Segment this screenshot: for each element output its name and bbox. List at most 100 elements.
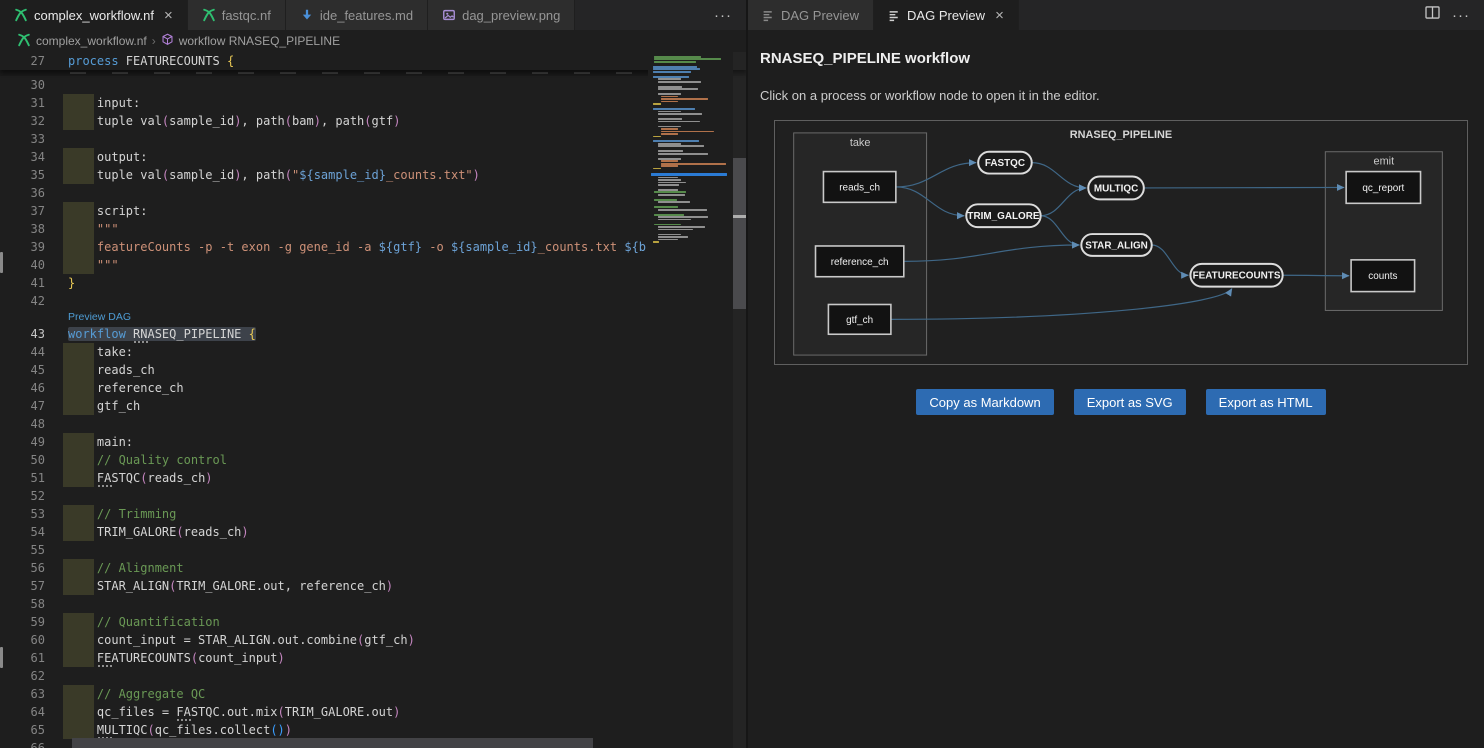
tab-dag-preview[interactable]: DAG Preview xyxy=(748,0,874,30)
line-number: 40 xyxy=(0,256,45,274)
svg-text:emit: emit xyxy=(1374,156,1395,168)
dag-node-reference_ch[interactable]: reference_ch xyxy=(816,246,904,277)
code-line-37: 37 script: xyxy=(0,202,746,220)
line-number: 38 xyxy=(0,220,45,238)
code-line-44: 44 take: xyxy=(0,343,746,361)
breadcrumb[interactable]: complex_workflow.nf › workflow RNASEQ_PI… xyxy=(0,30,746,52)
left-edge-decoration xyxy=(0,647,3,668)
code-text: main: xyxy=(68,433,133,451)
dag-node-counts[interactable]: counts xyxy=(1351,260,1414,292)
dag-node-multiqc[interactable]: MULTIQC xyxy=(1088,177,1144,200)
dag-node-fastqc[interactable]: FASTQC xyxy=(978,152,1032,174)
more-actions-icon[interactable]: ··· xyxy=(1452,8,1470,23)
line-number: 48 xyxy=(0,415,45,433)
preview-icon xyxy=(888,9,901,22)
code-text: process FEATURECOUNTS { xyxy=(68,52,234,70)
svg-text:qc_report: qc_report xyxy=(1362,183,1404,194)
code-line-33: 33 xyxy=(0,130,746,148)
left-editor-group: complex_workflow.nf×fastqc.nfide_feature… xyxy=(0,0,746,748)
copy-as-markdown-button[interactable]: Copy as Markdown xyxy=(916,389,1053,415)
left-edge-decoration xyxy=(0,252,3,273)
more-actions-icon[interactable]: ··· xyxy=(714,8,732,23)
code-line-27: 27 process FEATURECOUNTS { xyxy=(0,52,746,70)
dag-node-reads_ch[interactable]: reads_ch xyxy=(823,172,895,203)
line-number: 49 xyxy=(0,433,45,451)
breadcrumb-separator: › xyxy=(152,34,156,48)
close-tab-icon[interactable]: × xyxy=(995,8,1004,23)
code-text: workflow RNASEQ_PIPELINE { xyxy=(68,325,256,343)
code-text: """ xyxy=(68,220,119,238)
code-text: take: xyxy=(68,343,133,361)
image-icon xyxy=(442,8,456,22)
code-line-46: 46 reference_ch xyxy=(0,379,746,397)
dag-node-gtf_ch[interactable]: gtf_ch xyxy=(828,304,890,334)
code-text: // Quantification xyxy=(68,613,220,631)
code-line-40: 40 """ xyxy=(0,256,746,274)
minimap[interactable] xyxy=(648,52,733,748)
right-tabbar: DAG Preview DAG Preview × ··· xyxy=(748,0,1484,30)
code-text: TRIM_GALORE(reads_ch) xyxy=(68,523,249,541)
breadcrumb-file[interactable]: complex_workflow.nf xyxy=(36,34,147,48)
code-line-61: 61 FEATURECOUNTS(count_input) xyxy=(0,649,746,667)
line-number: 34 xyxy=(0,148,45,166)
code-editor[interactable]: 27process FEATURECOUNTS {3031 input:32 t… xyxy=(0,52,746,748)
export-as-html-button[interactable]: Export as HTML xyxy=(1206,389,1326,415)
line-number: 53 xyxy=(0,505,45,523)
vertical-scrollbar-thumb[interactable] xyxy=(733,158,746,309)
code-line-57: 57 STAR_ALIGN(TRIM_GALORE.out, reference… xyxy=(0,577,746,595)
svg-text:gtf_ch: gtf_ch xyxy=(846,315,873,326)
dag-node-featurecounts[interactable]: FEATURECOUNTS xyxy=(1190,264,1282,287)
line-number: 58 xyxy=(0,595,45,613)
svg-text:TRIM_GALORE: TRIM_GALORE xyxy=(967,211,1039,222)
dag-node-star_align[interactable]: STAR_ALIGN xyxy=(1081,234,1151,256)
tab-label: DAG Preview xyxy=(907,8,985,23)
code-line-62: 62 xyxy=(0,667,746,685)
dag-node-trim_galore[interactable]: TRIM_GALORE xyxy=(966,204,1040,227)
dag-node-qc_report[interactable]: qc_report xyxy=(1346,172,1420,204)
line-number: 51 xyxy=(0,469,45,487)
code-line-50: 50 // Quality control xyxy=(0,451,746,469)
line-number: 36 xyxy=(0,184,45,202)
code-text: qc_files = FASTQC.out.mix(TRIM_GALORE.ou… xyxy=(68,703,400,721)
code-line-49: 49 main: xyxy=(0,433,746,451)
svg-text:FEATURECOUNTS: FEATURECOUNTS xyxy=(1193,271,1281,282)
word-highlight: workflow RNASEQ_PIPELINE { xyxy=(68,327,256,341)
line-number: 31 xyxy=(0,94,45,112)
code-text: tuple val(sample_id), path(bam), path(gt… xyxy=(68,112,400,130)
line-number: 30 xyxy=(0,76,45,94)
line-number: 44 xyxy=(0,343,45,361)
code-line-31: 31 input: xyxy=(0,94,746,112)
code-text: tuple val(sample_id), path("${sample_id}… xyxy=(68,166,480,184)
svg-text:reads_ch: reads_ch xyxy=(839,182,880,193)
line-number: 27 xyxy=(0,52,45,70)
code-text: FEATURECOUNTS(count_input) xyxy=(68,649,285,667)
vertical-scrollbar[interactable] xyxy=(733,52,746,748)
breadcrumb-symbol[interactable]: workflow RNASEQ_PIPELINE xyxy=(179,34,340,48)
line-number: 41 xyxy=(0,274,45,292)
horizontal-scrollbar-thumb[interactable] xyxy=(72,738,593,748)
line-number: 54 xyxy=(0,523,45,541)
code-line-60: 60 count_input = STAR_ALIGN.out.combine(… xyxy=(0,631,746,649)
preview-icon xyxy=(762,9,775,22)
split-editor-icon[interactable] xyxy=(1425,6,1440,24)
code-line-30: 30 xyxy=(0,76,746,94)
code-text: MULTIQC(qc_files.collect()) xyxy=(68,721,292,739)
tab-dag-preview[interactable]: DAG Preview × xyxy=(874,0,1019,30)
horizontal-scrollbar[interactable] xyxy=(0,738,733,748)
code-text: // Trimming xyxy=(68,505,176,523)
nextflow-icon xyxy=(14,8,28,22)
code-line-41: 41} xyxy=(0,274,746,292)
tab-fastqc-nf[interactable]: fastqc.nf xyxy=(188,0,286,30)
code-text: """ xyxy=(68,256,119,274)
nextflow-icon xyxy=(17,33,31,50)
codelens-preview-dag-link[interactable]: Preview DAG xyxy=(68,310,131,325)
tab-ide-features-md[interactable]: ide_features.md xyxy=(286,0,428,30)
tab-complex-workflow-nf[interactable]: complex_workflow.nf× xyxy=(0,0,188,30)
code-line-36: 36 xyxy=(0,184,746,202)
nextflow-icon xyxy=(202,8,216,22)
export-as-svg-button[interactable]: Export as SVG xyxy=(1074,389,1186,415)
close-tab-icon[interactable]: × xyxy=(164,8,173,23)
code-text: count_input = STAR_ALIGN.out.combine(gtf… xyxy=(68,631,415,649)
tabbar-spacer xyxy=(1019,0,1425,30)
tab-dag-preview-png[interactable]: dag_preview.png xyxy=(428,0,575,30)
